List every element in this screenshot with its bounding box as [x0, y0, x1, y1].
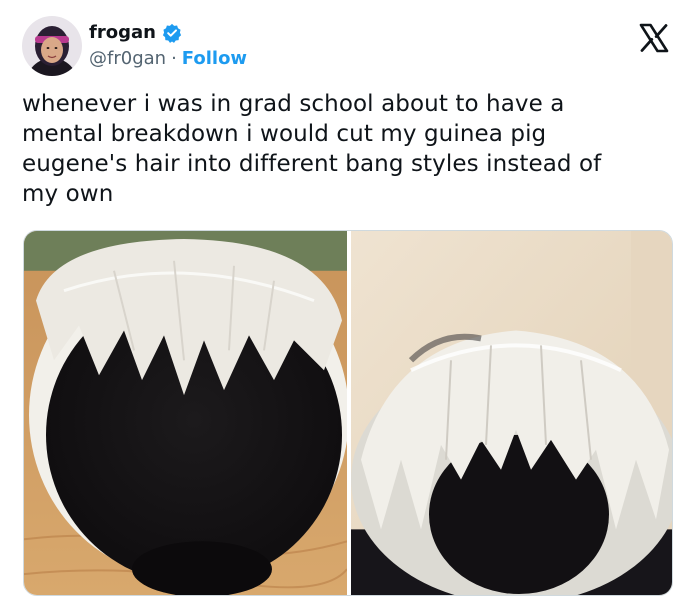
media-grid	[23, 230, 673, 596]
guinea-pig-photo-2[interactable]	[351, 231, 672, 595]
tweet-line: mental breakdown i would cut my guinea p…	[22, 121, 547, 147]
display-name[interactable]: frogan	[89, 22, 156, 44]
tweet-line: my own	[22, 181, 114, 207]
verified-badge-icon	[162, 23, 182, 43]
follow-button[interactable]: Follow	[182, 48, 247, 70]
avatar[interactable]	[22, 16, 82, 76]
x-logo-icon[interactable]	[638, 22, 670, 54]
avatar-photo-icon	[22, 16, 82, 76]
tweet-text: whenever i was in grad school about to h…	[22, 89, 672, 209]
guinea-pig-photo-1[interactable]	[24, 231, 347, 595]
tweet-card: frogan @fr0gan · Follow whenever i was i…	[0, 0, 695, 600]
handle[interactable]: @fr0gan	[89, 48, 166, 70]
author-name-row: frogan	[89, 22, 182, 44]
tweet-line: whenever i was in grad school about to h…	[22, 91, 565, 117]
handle-row: @fr0gan · Follow	[89, 48, 247, 70]
separator-dot: ·	[171, 48, 177, 69]
tweet-line: eugene's hair into different bang styles…	[22, 151, 602, 177]
